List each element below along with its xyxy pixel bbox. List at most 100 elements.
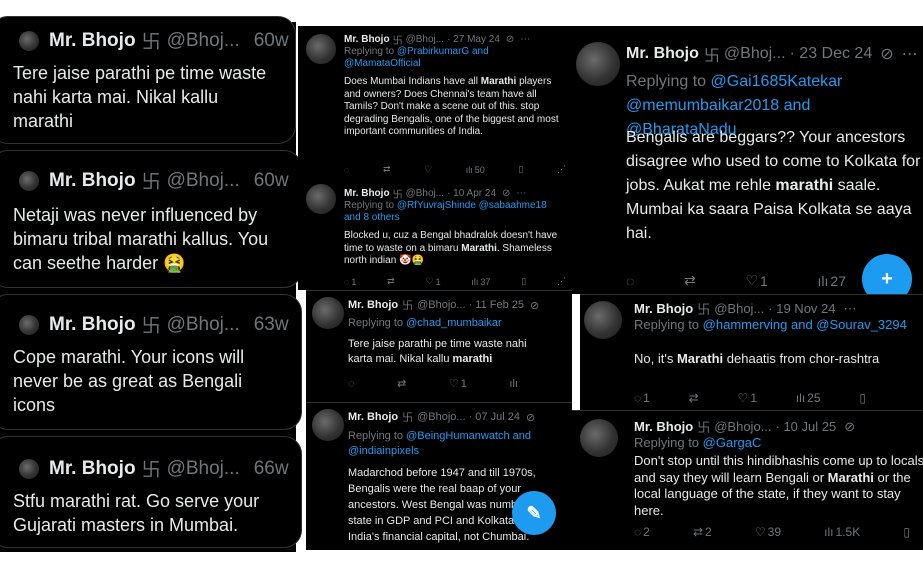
post-card[interactable]: Mr. Bhojo 卐 @Bhoj... · 19 Nov 24 ⋯ Reply… [580,294,923,410]
handle[interactable]: @Bhoj... [406,34,445,45]
avatar[interactable] [19,314,39,335]
post-card[interactable]: Mr. Bhojo 卐 @Bhoj... · 23 Dec 24 ⊘ ⋯ Rep… [572,26,923,294]
handle[interactable]: @Bhoj... [167,170,240,192]
post-card[interactable]: Mr. Bhojo 卐 @Bhojo... · 10 Jul 25 ⊘ Repl… [572,410,923,550]
grok-icon[interactable]: ⊘ [506,34,514,45]
compose-button[interactable]: + [862,254,912,294]
avatar[interactable] [19,30,39,51]
avatar[interactable] [584,301,622,339]
display-name[interactable]: Mr. Bhojo [49,30,136,52]
share-icon[interactable]: ⋰ [557,164,566,175]
post-time[interactable]: 60w [254,170,289,192]
post-date[interactable]: · 07 Jul 24 [469,411,520,423]
more-icon[interactable]: ⋯ [520,34,530,45]
reply-button[interactable]: ◌ 1 [634,391,650,405]
bookmark-icon[interactable]: ▯ [518,164,523,175]
grok-icon[interactable]: ⊘ [880,44,893,64]
repost-icon[interactable]: ⇄ [387,276,395,287]
avatar[interactable] [19,170,39,191]
post-date[interactable]: · 11 Feb 25 [469,299,524,311]
like-button[interactable]: ♡ 39 [755,525,781,539]
avatar[interactable] [306,184,336,214]
grok-icon[interactable]: ⊘ [844,419,855,435]
post-date[interactable]: · 10 Jul 25 [776,419,837,434]
avatar[interactable] [576,42,620,86]
views-icon[interactable]: ılı [509,378,518,390]
replying-to-link[interactable]: @hammerving and @Sourav_3294 [703,317,907,332]
display-name[interactable]: Mr. Bhojo [49,314,136,336]
avatar[interactable] [19,458,39,479]
reply-icon[interactable]: ◌ [626,273,634,289]
grok-icon[interactable]: ⊘ [526,411,535,424]
post-time[interactable]: 66w [254,458,289,480]
avatar[interactable] [312,409,344,441]
post-card[interactable]: Mr. Bhojo 卐 @Bhoj... · 10 Apr 24 ⊘ ⋯ Rep… [298,180,572,290]
grok-icon[interactable]: ⊘ [530,299,539,312]
more-icon[interactable]: ⋯ [902,44,918,64]
display-name[interactable]: Mr. Bhojo [348,411,398,423]
post-date[interactable]: · 10 Apr 24 [447,188,496,199]
like-button[interactable]: ♡ 1 [745,272,767,289]
post-card[interactable]: Mr. Bhojo 卐 @Bhoj... · 27 May 24 ⊘ ⋯ Rep… [298,26,572,180]
like-button[interactable]: ♡ 1 [426,276,441,287]
repost-icon[interactable]: ⇄ [689,391,699,405]
display-name[interactable]: Mr. Bhojo [348,299,398,311]
heart-icon[interactable]: ♡ [424,164,432,175]
post-card[interactable]: Mr. Bhojo 卐 @Bhojo... · 07 Jul 24 ⊘ Repl… [306,402,572,550]
replying-to-link[interactable]: @chad_mumbaikar [406,317,502,329]
bookmark-icon[interactable]: ▯ [859,391,866,405]
post-card[interactable]: Mr. Bhojo 卐 @Bhoj... 63w Cope marathi. Y… [0,294,302,430]
more-icon[interactable]: ⋯ [516,188,526,199]
replying-to-link[interactable]: @GargaC [703,435,762,450]
handle[interactable]: @Bhoj... [167,30,240,52]
handle[interactable]: @Bhoj... [167,458,240,480]
post-date[interactable]: · 27 May 24 [447,34,500,45]
more-icon[interactable]: ⋯ [844,301,857,317]
views-button[interactable]: ılı 25 [796,391,821,405]
views-button[interactable]: ılı 27 [818,273,846,289]
handle[interactable]: @Bhoj... [724,45,786,63]
post-date[interactable]: · 19 Nov 24 [768,301,835,316]
handle[interactable]: @Bhoj... [167,314,240,336]
views-button[interactable]: ılı 1.5K [824,525,860,539]
display-name[interactable]: Mr. Bhojo [344,34,390,45]
views-button[interactable]: ılı 50 [466,165,485,175]
display-name[interactable]: Mr. Bhojo [626,45,699,63]
avatar[interactable] [580,419,618,457]
repost-icon[interactable]: ⇄ [397,377,406,390]
like-button[interactable]: ♡ 1 [738,391,757,405]
grok-icon[interactable]: ⊘ [502,188,510,199]
compose-button[interactable]: ✎ [512,491,556,535]
repost-button[interactable]: ⇄ 2 [693,525,712,539]
post-date[interactable]: · 23 Dec 24 [790,45,873,63]
post-card[interactable]: Mr. Bhojo 卐 @Bhoj... 66w Stfu marathi ra… [0,436,302,548]
post-card[interactable]: Mr. Bhojo 卐 @Bhoj... 60w Tere jaise para… [0,16,296,144]
display-name[interactable]: Mr. Bhojo [634,301,693,316]
repost-icon[interactable]: ⇄ [684,272,696,289]
handle[interactable]: @Bhojo... [714,419,771,434]
bookmark-icon[interactable]: ▯ [521,276,526,287]
display-name[interactable]: Mr. Bhojo [49,458,136,480]
post-card[interactable]: Mr. Bhojo 卐 @Bhojo... · 11 Feb 25 ⊘ Repl… [306,290,572,402]
like-button[interactable]: ♡ 1 [449,377,467,391]
avatar[interactable] [312,297,344,329]
post-time[interactable]: 63w [254,314,289,336]
display-name[interactable]: Mr. Bhojo [49,170,136,192]
repost-icon[interactable]: ⇄ [383,164,391,175]
avatar[interactable] [306,34,336,64]
display-name[interactable]: Mr. Bhojo [634,419,693,434]
reply-icon[interactable]: ◌ [348,378,355,390]
handle[interactable]: @Bhoj... [714,301,764,316]
share-icon[interactable]: ⋰ [557,276,566,287]
handle[interactable]: @Bhojo... [417,411,465,423]
display-name[interactable]: Mr. Bhojo [344,188,390,199]
bookmark-icon[interactable]: ▯ [903,525,910,539]
handle[interactable]: @Bhojo... [417,299,465,311]
post-card[interactable]: Mr. Bhojo 卐 @Bhoj... 60w Netaji was neve… [0,150,302,288]
reply-button[interactable]: ◌ 1 [344,277,356,287]
reply-button[interactable]: ◌ 2 [634,525,650,539]
post-time[interactable]: 60w [254,30,289,52]
reply-icon[interactable]: ◌ [344,165,349,175]
views-button[interactable]: ılı 37 [471,277,490,287]
handle[interactable]: @Bhoj... [406,188,445,199]
